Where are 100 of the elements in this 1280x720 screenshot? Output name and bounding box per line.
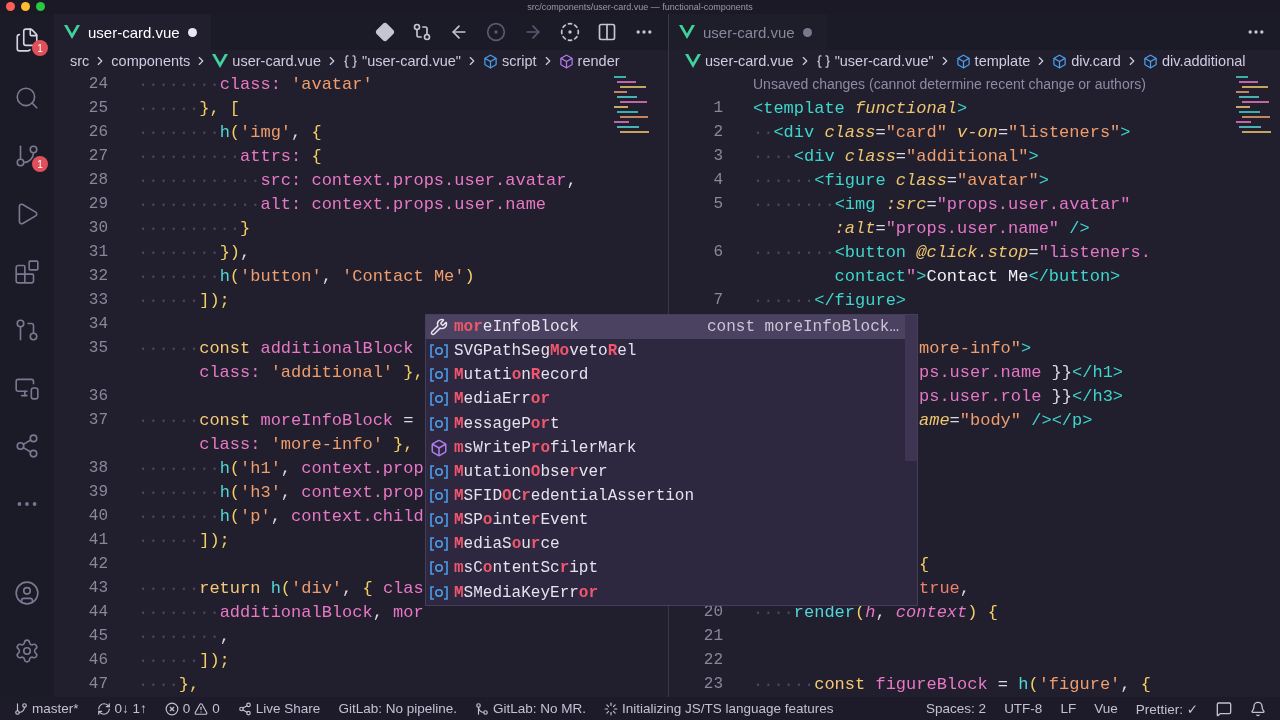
breadcrumb-item[interactable]: script bbox=[501, 53, 537, 69]
braces-icon bbox=[815, 53, 831, 69]
line-number: 42 bbox=[87, 555, 108, 573]
line-number: 22 bbox=[702, 651, 723, 669]
suggestion-item[interactable]: MediaError bbox=[426, 387, 917, 412]
breadcrumb-item[interactable]: src bbox=[70, 53, 90, 69]
code-line: ········, bbox=[138, 626, 230, 646]
line-number: 43 bbox=[87, 579, 108, 597]
circle-dot-icon[interactable] bbox=[486, 22, 506, 42]
status-item[interactable]: GitLab: No MR. bbox=[492, 701, 586, 716]
vue-logo-icon bbox=[685, 54, 701, 68]
code-line: { bbox=[919, 554, 930, 574]
variable-icon bbox=[430, 561, 448, 576]
unsaved-dot bbox=[187, 27, 197, 37]
line-number: 39 bbox=[87, 483, 108, 501]
code-line: ········class: 'avatar' bbox=[138, 74, 373, 94]
code-line: ······<figure class="avatar"> bbox=[753, 170, 1049, 190]
scrollbar-thumb[interactable] bbox=[905, 315, 917, 461]
breadcrumb-item[interactable]: components bbox=[111, 53, 191, 69]
suggestion-item[interactable]: MSMediaKeyError bbox=[426, 580, 917, 605]
status-item[interactable]: GitLab: No pipeline. bbox=[338, 701, 457, 716]
code-line: <template functional> bbox=[753, 98, 968, 118]
suggestion-item[interactable]: MutationObserver bbox=[426, 459, 917, 484]
code-line: ····<div class="additional"> bbox=[753, 146, 1039, 166]
settings-icon[interactable] bbox=[14, 637, 40, 664]
line-number: 46 bbox=[87, 651, 108, 669]
status-item[interactable]: Spaces: 2 bbox=[926, 701, 987, 716]
braces-icon bbox=[343, 53, 358, 69]
code-line: ··<div class="card" v-on="listeners"> bbox=[753, 122, 1131, 142]
line-number: 24 bbox=[87, 75, 108, 93]
status-item[interactable]: master* bbox=[32, 701, 79, 716]
split-editor-icon[interactable] bbox=[597, 22, 617, 42]
status-item[interactable]: Live Share bbox=[255, 701, 321, 716]
code-line: ······</figure> bbox=[753, 290, 907, 310]
line-number: 1 bbox=[712, 99, 723, 117]
suggestion-item[interactable]: MutationRecord bbox=[426, 363, 917, 388]
code-line: ········h('p', context.child bbox=[138, 506, 424, 526]
line-number: 41 bbox=[87, 531, 108, 549]
count-badge: 1 bbox=[32, 40, 48, 56]
status-item[interactable]: Initializing JS/TS language features bbox=[622, 701, 834, 716]
breadcrumb-item[interactable]: template bbox=[974, 53, 1031, 69]
window-zoom-button[interactable] bbox=[36, 2, 45, 11]
code-line: class: 'more-info' }, bbox=[199, 434, 414, 454]
breadcrumb-item[interactable]: div.additional bbox=[1161, 53, 1246, 69]
notification-icon[interactable] bbox=[1250, 700, 1266, 717]
blocks-icon[interactable] bbox=[14, 258, 40, 285]
diamond-icon[interactable] bbox=[375, 22, 395, 42]
suggestion-item[interactable]: msWriteProfilerMark bbox=[426, 435, 917, 460]
variable-icon bbox=[430, 392, 448, 407]
window-minimize-button[interactable] bbox=[21, 2, 30, 11]
line-number: 37 bbox=[87, 411, 108, 429]
line-number: 29 bbox=[87, 195, 108, 213]
breadcrumb-item[interactable]: div.card bbox=[1071, 53, 1121, 69]
breadcrumb-item[interactable]: render bbox=[577, 53, 620, 69]
code-line: ps.user.name }}</h1> bbox=[919, 362, 1124, 382]
suggestion-item[interactable]: SVGPathSegMovetoRel bbox=[426, 339, 917, 364]
line-number: 26 bbox=[87, 123, 108, 141]
code-line: ······}, [ bbox=[138, 98, 241, 118]
cube-icon bbox=[1142, 53, 1158, 69]
suggestion-item[interactable]: MSPointerEvent bbox=[426, 508, 917, 533]
variable-icon bbox=[430, 344, 448, 359]
problems-indicator[interactable]: 0 0 bbox=[164, 701, 220, 716]
line-number: 34 bbox=[87, 315, 108, 333]
suggestion-item[interactable]: MSFIDOCredentialAssertion bbox=[426, 484, 917, 509]
code-line: ······]); bbox=[138, 290, 230, 310]
status-item[interactable]: Vue bbox=[1094, 701, 1118, 716]
window-close-button[interactable] bbox=[6, 2, 15, 11]
line-number: 45 bbox=[87, 627, 108, 645]
branch-icon bbox=[14, 701, 28, 716]
compare-icon[interactable] bbox=[412, 22, 432, 42]
breadcrumb-item[interactable]: user-card.vue bbox=[705, 53, 794, 69]
breadcrumb-item[interactable]: "user-card.vue" bbox=[834, 53, 934, 69]
code-line: :alt="props.user.name" /> bbox=[834, 218, 1090, 238]
account-icon[interactable] bbox=[14, 579, 40, 606]
variable-icon bbox=[430, 537, 448, 552]
status-item[interactable]: 0↓ 1↑ bbox=[114, 701, 147, 716]
code-line: ps.user.role }}</h3> bbox=[919, 386, 1124, 406]
pull-request-icon[interactable] bbox=[14, 316, 40, 343]
toggle-icon[interactable] bbox=[560, 22, 580, 42]
editor-tab[interactable]: user-card.vue bbox=[54, 14, 211, 50]
codelens-text[interactable]: Unsaved changes (cannot determine recent change or authors) bbox=[753, 76, 1146, 92]
status-item[interactable]: Prettier: ✓ bbox=[1135, 700, 1198, 717]
code-line: ··········} bbox=[138, 218, 251, 238]
suggestion-item[interactable]: MessagePort bbox=[426, 411, 917, 436]
share-icon[interactable] bbox=[14, 432, 40, 459]
feedback-icon[interactable] bbox=[1216, 700, 1232, 717]
status-item[interactable]: LF bbox=[1060, 701, 1077, 716]
breadcrumb-item[interactable]: "user-card.vue" bbox=[362, 53, 461, 69]
code-line: contact">Contact Me</button> bbox=[834, 266, 1121, 286]
files-icon[interactable] bbox=[14, 26, 40, 53]
error-count: 0 bbox=[182, 701, 191, 716]
status-item[interactable]: UTF-8 bbox=[1004, 701, 1043, 716]
code-line: ········h('h1', context.prop bbox=[138, 458, 424, 478]
variable-icon bbox=[430, 513, 448, 528]
breadcrumb-item[interactable]: user-card.vue bbox=[232, 53, 321, 69]
suggestion-item[interactable]: msContentScript bbox=[426, 556, 917, 581]
variable-icon bbox=[430, 416, 448, 431]
suggestion-item[interactable]: MediaSource bbox=[426, 532, 917, 557]
branch-icon[interactable] bbox=[14, 142, 40, 169]
cube-icon bbox=[430, 438, 448, 457]
